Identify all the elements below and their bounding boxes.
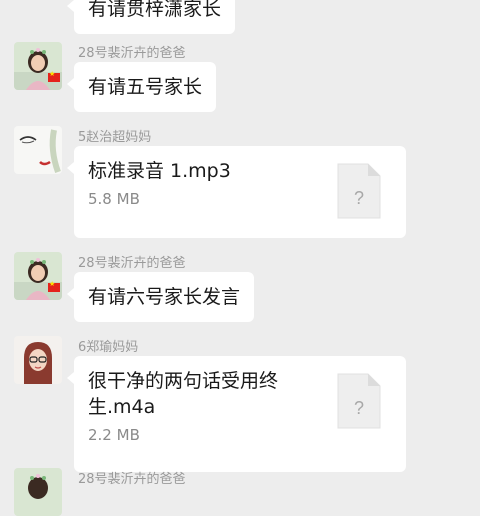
- unknown-file-icon: ?: [336, 372, 382, 430]
- sender-name: 28号裴沂卉的爸爸: [78, 472, 186, 487]
- china-flag-icon: [48, 70, 60, 82]
- message-bubble[interactable]: 有请贯梓潇家长: [66, 0, 236, 34]
- avatar[interactable]: [14, 336, 62, 384]
- sender-name: 5赵治超妈妈: [78, 130, 152, 145]
- avatar[interactable]: [14, 252, 62, 300]
- file-attachment[interactable]: 很干净的两句话受用终生.m4a 2.2 MB ?: [67, 356, 406, 472]
- girl-photo-avatar-icon: [14, 42, 62, 90]
- unknown-file-icon: ?: [336, 162, 382, 220]
- girl-photo-avatar-icon: [14, 468, 62, 516]
- girl-photo-avatar-icon: [14, 252, 62, 300]
- china-flag-icon: [48, 280, 60, 292]
- message-text: 有请五号家长: [88, 76, 203, 98]
- avatar[interactable]: [14, 468, 62, 516]
- sender-name: 28号裴沂卉的爸爸: [78, 46, 186, 61]
- sender-name: 28号裴沂卉的爸爸: [78, 256, 186, 271]
- file-icon-glyph: ?: [354, 188, 364, 208]
- woman-portrait-avatar-icon: [14, 336, 62, 384]
- sketch-face-avatar-icon: [14, 126, 62, 174]
- message-bubble[interactable]: 有请五号家长: [66, 62, 217, 112]
- file-name: 很干净的两句话受用终生.m4a: [88, 370, 279, 418]
- avatar[interactable]: [14, 126, 62, 174]
- message-text: 有请六号家长发言: [88, 286, 241, 308]
- message-bubble[interactable]: 有请六号家长发言: [66, 272, 255, 322]
- message-text: 有请贯梓潇家长: [88, 0, 222, 20]
- sender-name: 6郑瑜妈妈: [78, 340, 139, 355]
- avatar[interactable]: [14, 42, 62, 90]
- file-attachment[interactable]: 标准录音 1.mp3 5.8 MB ?: [67, 146, 406, 238]
- file-name: 标准录音 1.mp3: [88, 160, 231, 182]
- file-icon-glyph: ?: [354, 398, 364, 418]
